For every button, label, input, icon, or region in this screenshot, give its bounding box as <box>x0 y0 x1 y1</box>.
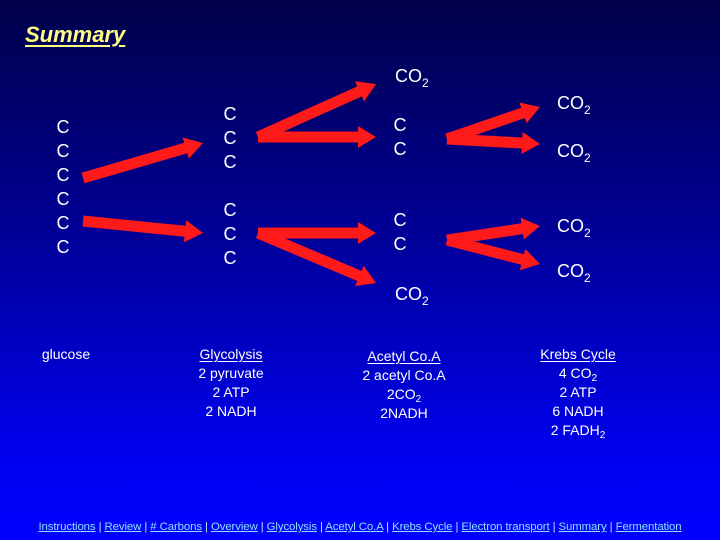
nav-link-krebs-cycle[interactable]: Krebs Cycle <box>392 521 452 533</box>
stage-line: 6 NADH <box>552 403 604 419</box>
nav-link-carbons[interactable]: # Carbons <box>150 521 202 533</box>
arrow-glucose-to-pyruvate-bottom <box>82 215 203 243</box>
nav-separator: | <box>455 521 459 533</box>
nav-link-acetyl-coa[interactable]: Acetyl Co.A <box>325 521 383 533</box>
nav-link-glycolysis[interactable]: Glycolysis <box>267 521 317 533</box>
nav-link-fermentation[interactable]: Fermentation <box>616 521 682 533</box>
stage-line-text: 2 FADH <box>550 422 600 438</box>
nav-separator: | <box>320 521 323 533</box>
nav-separator: | <box>609 521 613 533</box>
stage-line: 2 ATP <box>559 384 597 400</box>
stage-heading[interactable]: Glycolysis <box>156 345 306 364</box>
subscript: 2 <box>599 430 606 441</box>
nav-link-review[interactable]: Review <box>105 521 142 533</box>
nav-separator: | <box>552 521 556 533</box>
arrow-acetyl-bottom-to-co2-b <box>445 234 540 271</box>
navigation-bar: Instructions | Review | # Carbons | Over… <box>0 521 720 533</box>
arrow-acetyl-top-to-co2-b <box>446 132 540 154</box>
stage-line: 2CO2 <box>329 385 479 405</box>
stage-line: 2NADH <box>380 405 428 421</box>
stage-line: 2 NADH <box>205 403 257 419</box>
stage-line: 2 FADH2 <box>503 421 653 441</box>
stage-line: 4 CO2 <box>503 364 653 384</box>
stage-line: 2 acetyl Co.A <box>362 367 446 383</box>
stage-line: 2 ATP <box>212 384 250 400</box>
stage-line: 2 pyruvate <box>198 365 264 381</box>
nav-link-instructions[interactable]: Instructions <box>38 521 95 533</box>
nav-separator: | <box>205 521 208 533</box>
stage-heading[interactable]: Acetyl Co.A <box>329 347 479 366</box>
nav-link-overview[interactable]: Overview <box>211 521 258 533</box>
stage-heading: glucose <box>41 346 91 362</box>
nav-link-summary[interactable]: Summary <box>559 521 607 533</box>
stage-glucose: glucose <box>0 345 141 364</box>
nav-link-electron-transport[interactable]: Electron transport <box>461 521 549 533</box>
nav-separator: | <box>386 521 390 533</box>
nav-separator: | <box>144 521 148 533</box>
stage-line-text: 2CO <box>386 386 416 402</box>
arrow-glucose-to-pyruvate-top <box>81 137 203 184</box>
stage-line-text: 4 CO <box>558 365 592 381</box>
stage-krebs-cycle: Krebs Cycle 4 CO2 2 ATP 6 NADH 2 FADH2 <box>503 345 653 441</box>
reaction-arrows <box>81 81 540 287</box>
stage-heading[interactable]: Krebs Cycle <box>503 345 653 364</box>
nav-separator: | <box>260 521 264 533</box>
nav-separator: | <box>98 521 102 533</box>
stage-acetyl-coa: Acetyl Co.A 2 acetyl Co.A 2CO2 2NADH <box>329 347 479 423</box>
stage-glycolysis: Glycolysis 2 pyruvate 2 ATP 2 NADH <box>156 345 306 421</box>
